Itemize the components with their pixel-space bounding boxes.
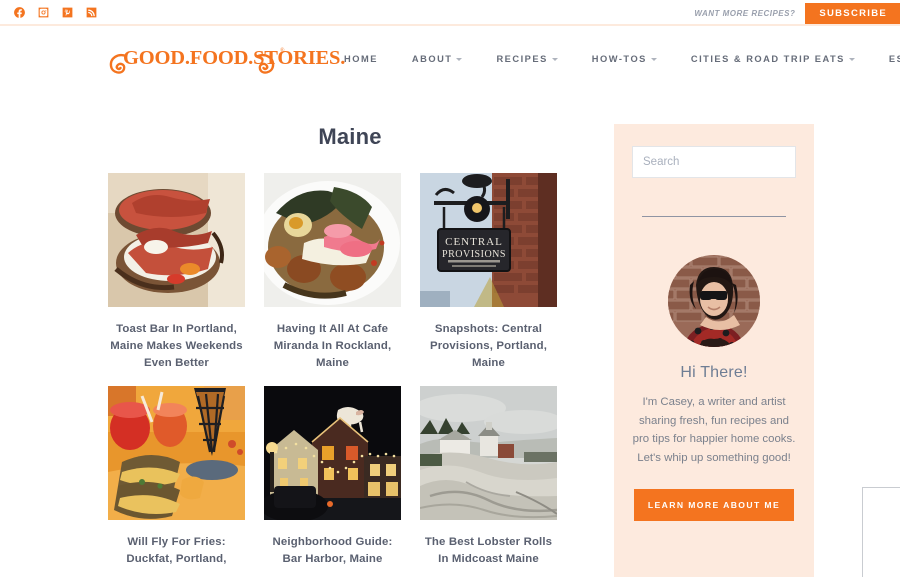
learn-more-about-me-button[interactable]: LEARN MORE ABOUT ME bbox=[633, 489, 795, 521]
site-logo[interactable]: GOOD.FOOD.STORIES. ® bbox=[108, 39, 345, 79]
nav-label: RECIPES bbox=[496, 53, 548, 64]
page-root: WANT MORE RECIPES? SUBSCRIBE GOOD.FOOD.S… bbox=[0, 0, 900, 577]
svg-text:PROVISIONS: PROVISIONS bbox=[442, 249, 506, 260]
rocky-coast-lighthouse-photo[interactable] bbox=[420, 386, 557, 520]
bottom-right-overlay-panel bbox=[862, 487, 900, 577]
toast-bar-prosciutto-photo[interactable] bbox=[108, 173, 245, 307]
ramen-bowl-scallops-photo[interactable] bbox=[264, 173, 401, 307]
pinterest-icon[interactable] bbox=[61, 6, 74, 19]
utility-topbar: WANT MORE RECIPES? SUBSCRIBE bbox=[0, 0, 900, 26]
site-header: GOOD.FOOD.STORIES. ® HOME ABOUT RECIPES … bbox=[0, 26, 900, 91]
post-card[interactable]: Toast Bar In Portland, Maine Makes Weeke… bbox=[108, 173, 245, 372]
sidebar-divider bbox=[642, 216, 786, 217]
nav-label: ESSAYS & MORE bbox=[888, 53, 900, 64]
sandwich-fries-cone-photo[interactable] bbox=[108, 386, 245, 520]
subscribe-button[interactable]: SUBSCRIBE bbox=[805, 2, 900, 24]
nav-label: HOW-TOS bbox=[591, 53, 647, 64]
nav-item-how-tos[interactable]: HOW-TOS bbox=[575, 54, 674, 64]
search-input[interactable] bbox=[632, 146, 796, 178]
nav-label: ABOUT bbox=[411, 53, 453, 64]
sidebar-bio-text: I'm Casey, a writer and artist sharing f… bbox=[632, 396, 796, 464]
svg-text:CENTRAL: CENTRAL bbox=[445, 236, 503, 248]
facebook-icon[interactable] bbox=[13, 6, 26, 19]
nav-item-about[interactable]: ABOUT bbox=[395, 54, 480, 64]
sidebar: Hi There! I'm Casey, a writer and artist… bbox=[614, 124, 814, 577]
registered-trademark-mark: ® bbox=[280, 47, 285, 54]
nav-label: HOME bbox=[344, 53, 378, 64]
post-card[interactable]: Will Fly For Fries: Duckfat, Portland, bbox=[108, 386, 245, 568]
want-more-recipes-label: WANT MORE RECIPES? bbox=[694, 8, 796, 18]
central-provisions-sign-photo[interactable]: CENTRAL PROVISIONS bbox=[420, 173, 557, 307]
post-title[interactable]: The Best Lobster Rolls In Midcoast Maine bbox=[420, 534, 557, 568]
nav-item-recipes[interactable]: RECIPES bbox=[479, 54, 574, 64]
page-title: Maine bbox=[318, 124, 382, 149]
nav-item-essays-more[interactable]: ESSAYS & MORE bbox=[872, 54, 900, 64]
avatar bbox=[668, 255, 760, 347]
nav-label: CITIES & ROAD TRIP EATS bbox=[690, 53, 845, 64]
main-navigation: HOME ABOUT RECIPES HOW-TOS CITIES & ROAD… bbox=[327, 53, 900, 65]
rss-icon[interactable] bbox=[85, 6, 98, 19]
chevron-down-icon bbox=[848, 58, 855, 61]
post-card[interactable]: Having It All At Cafe Miranda In Rocklan… bbox=[264, 173, 401, 372]
post-title[interactable]: Neighborhood Guide: Bar Harbor, Maine bbox=[264, 534, 401, 568]
sidebar-greeting: Hi There! bbox=[680, 364, 748, 381]
post-card[interactable]: The Best Lobster Rolls In Midcoast Maine bbox=[420, 386, 557, 568]
post-grid: Toast Bar In Portland, Maine Makes Weeke… bbox=[108, 173, 592, 568]
chevron-down-icon bbox=[650, 58, 657, 61]
post-title[interactable]: Will Fly For Fries: Duckfat, Portland, bbox=[108, 534, 245, 568]
subscribe-area: WANT MORE RECIPES? SUBSCRIBE bbox=[694, 0, 900, 26]
site-logo-text: GOOD.FOOD.STORIES. bbox=[123, 46, 346, 69]
post-title[interactable]: Having It All At Cafe Miranda In Rocklan… bbox=[264, 321, 401, 372]
social-links bbox=[13, 6, 98, 19]
post-title[interactable]: Snapshots: Central Provisions, Portland,… bbox=[420, 321, 557, 372]
bar-harbor-night-street-photo[interactable] bbox=[264, 386, 401, 520]
nav-item-cities-road-trip-eats[interactable]: CITIES & ROAD TRIP EATS bbox=[674, 54, 872, 64]
main-column: Maine Toast Bar In Portland, Maine Makes… bbox=[108, 124, 592, 577]
post-card[interactable]: Neighborhood Guide: Bar Harbor, Maine bbox=[264, 386, 401, 568]
chevron-down-icon bbox=[456, 58, 463, 61]
content-area: Maine Toast Bar In Portland, Maine Makes… bbox=[0, 91, 900, 577]
instagram-icon[interactable] bbox=[37, 6, 50, 19]
post-card[interactable]: CENTRAL PROVISIONS Snapshots: Central Pr… bbox=[420, 173, 557, 372]
chevron-down-icon bbox=[551, 58, 558, 61]
post-title[interactable]: Toast Bar In Portland, Maine Makes Weeke… bbox=[108, 321, 245, 372]
